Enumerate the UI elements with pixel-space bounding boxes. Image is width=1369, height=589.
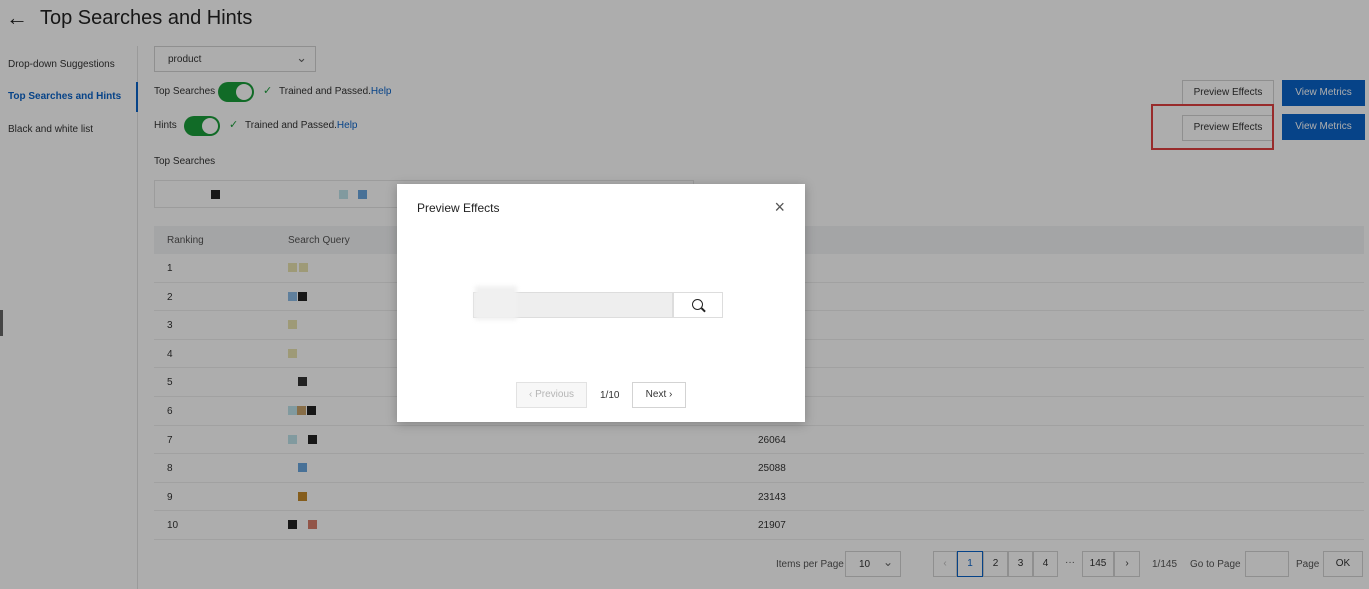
page-indicator: 1/10 bbox=[600, 390, 620, 401]
search-button[interactable] bbox=[673, 292, 723, 318]
close-icon[interactable]: × bbox=[774, 196, 785, 218]
preview-effects-dialog: Preview Effects × ‹ Previous 1/10 Next › bbox=[397, 184, 805, 422]
previous-label: Previous bbox=[535, 389, 574, 400]
next-button[interactable]: Next › bbox=[632, 382, 686, 408]
next-label: Next bbox=[645, 389, 667, 400]
dialog-title: Preview Effects bbox=[417, 201, 500, 215]
redacted-block bbox=[475, 286, 517, 320]
search-icon bbox=[692, 299, 703, 310]
previous-button[interactable]: ‹ Previous bbox=[516, 382, 587, 408]
